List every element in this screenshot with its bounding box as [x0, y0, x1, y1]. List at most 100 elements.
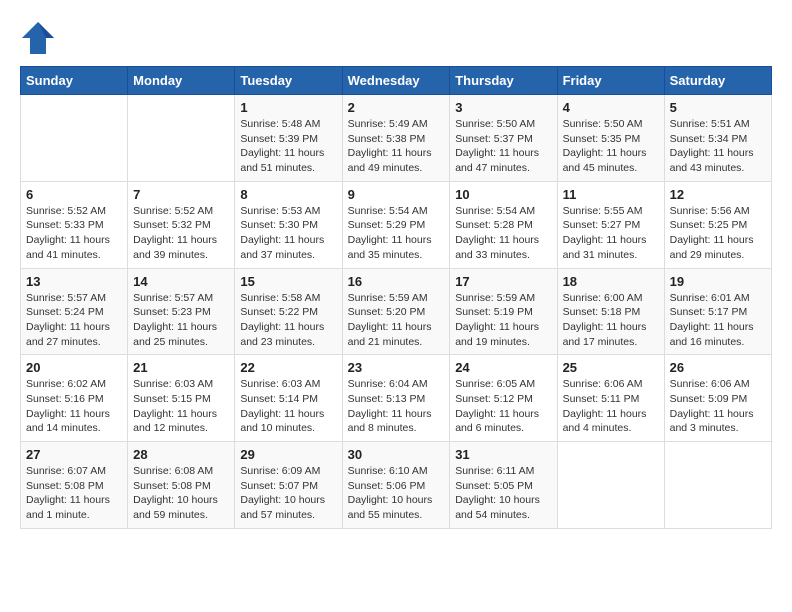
- day-info: Sunrise: 5:51 AM Sunset: 5:34 PM Dayligh…: [670, 117, 766, 176]
- calendar-cell: 3 Sunrise: 5:50 AM Sunset: 5:37 PM Daylig…: [450, 95, 557, 182]
- calendar-cell: 30Sunrise: 6:10 AM Sunset: 5:06 PM Dayli…: [342, 442, 450, 529]
- calendar-cell: 10 Sunrise: 5:54 AM Sunset: 5:28 PM Dayli…: [450, 181, 557, 268]
- day-number: 10: [455, 187, 551, 202]
- day-number: 29: [240, 447, 336, 462]
- weekday-header: Tuesday: [235, 67, 342, 95]
- calendar-cell: 11 Sunrise: 5:55 AM Sunset: 5:27 PM Dayli…: [557, 181, 664, 268]
- day-number: 7: [133, 187, 229, 202]
- calendar-cell: 31Sunrise: 6:11 AM Sunset: 5:05 PM Dayli…: [450, 442, 557, 529]
- day-info: Sunrise: 5:50 AM Sunset: 5:35 PM Dayligh…: [563, 117, 659, 176]
- day-number: 3: [455, 100, 551, 115]
- page-header: [20, 20, 772, 56]
- logo-icon: [20, 20, 56, 56]
- day-number: 5: [670, 100, 766, 115]
- calendar-cell: 1Sunrise: 5:48 AM Sunset: 5:39 PM Daylig…: [235, 95, 342, 182]
- day-info: Sunrise: 5:53 AM Sunset: 5:30 PM Dayligh…: [240, 204, 336, 263]
- calendar-cell: [664, 442, 771, 529]
- day-info: Sunrise: 6:06 AM Sunset: 5:09 PM Dayligh…: [670, 377, 766, 436]
- day-info: Sunrise: 5:58 AM Sunset: 5:22 PM Dayligh…: [240, 291, 336, 350]
- calendar-cell: 21Sunrise: 6:03 AM Sunset: 5:15 PM Dayli…: [128, 355, 235, 442]
- day-info: Sunrise: 5:54 AM Sunset: 5:28 PM Dayligh…: [455, 204, 551, 263]
- calendar-cell: 6 Sunrise: 5:52 AM Sunset: 5:33 PM Daylig…: [21, 181, 128, 268]
- calendar-cell: [21, 95, 128, 182]
- day-number: 2: [348, 100, 445, 115]
- day-info: Sunrise: 5:55 AM Sunset: 5:27 PM Dayligh…: [563, 204, 659, 263]
- calendar-header: SundayMondayTuesdayWednesdayThursdayFrid…: [21, 67, 772, 95]
- calendar-week-row: 20 Sunrise: 6:02 AM Sunset: 5:16 PM Dayli…: [21, 355, 772, 442]
- calendar-cell: 25 Sunrise: 6:06 AM Sunset: 5:11 PM Dayli…: [557, 355, 664, 442]
- day-number: 12: [670, 187, 766, 202]
- calendar-cell: 28Sunrise: 6:08 AM Sunset: 5:08 PM Dayli…: [128, 442, 235, 529]
- weekday-row: SundayMondayTuesdayWednesdayThursdayFrid…: [21, 67, 772, 95]
- day-number: 18: [563, 274, 659, 289]
- day-number: 20: [26, 360, 122, 375]
- day-info: Sunrise: 6:11 AM Sunset: 5:05 PM Dayligh…: [455, 464, 551, 523]
- day-number: 11: [563, 187, 659, 202]
- day-number: 22: [240, 360, 336, 375]
- day-info: Sunrise: 5:57 AM Sunset: 5:23 PM Dayligh…: [133, 291, 229, 350]
- day-info: Sunrise: 6:03 AM Sunset: 5:14 PM Dayligh…: [240, 377, 336, 436]
- calendar-cell: 16 Sunrise: 5:59 AM Sunset: 5:20 PM Dayli…: [342, 268, 450, 355]
- calendar-cell: 14 Sunrise: 5:57 AM Sunset: 5:23 PM Dayli…: [128, 268, 235, 355]
- calendar-cell: 9 Sunrise: 5:54 AM Sunset: 5:29 PM Daylig…: [342, 181, 450, 268]
- day-info: Sunrise: 5:56 AM Sunset: 5:25 PM Dayligh…: [670, 204, 766, 263]
- weekday-header: Monday: [128, 67, 235, 95]
- logo: [20, 20, 56, 56]
- calendar-cell: 26Sunrise: 6:06 AM Sunset: 5:09 PM Dayli…: [664, 355, 771, 442]
- calendar-cell: 17 Sunrise: 5:59 AM Sunset: 5:19 PM Dayli…: [450, 268, 557, 355]
- calendar-cell: 2 Sunrise: 5:49 AM Sunset: 5:38 PM Daylig…: [342, 95, 450, 182]
- calendar-cell: 29Sunrise: 6:09 AM Sunset: 5:07 PM Dayli…: [235, 442, 342, 529]
- day-info: Sunrise: 6:06 AM Sunset: 5:11 PM Dayligh…: [563, 377, 659, 436]
- day-info: Sunrise: 5:59 AM Sunset: 5:20 PM Dayligh…: [348, 291, 445, 350]
- calendar-week-row: 6 Sunrise: 5:52 AM Sunset: 5:33 PM Daylig…: [21, 181, 772, 268]
- day-number: 13: [26, 274, 122, 289]
- weekday-header: Saturday: [664, 67, 771, 95]
- day-number: 1: [240, 100, 336, 115]
- day-info: Sunrise: 6:07 AM Sunset: 5:08 PM Dayligh…: [26, 464, 122, 523]
- day-info: Sunrise: 6:08 AM Sunset: 5:08 PM Dayligh…: [133, 464, 229, 523]
- day-number: 27: [26, 447, 122, 462]
- calendar-week-row: 27 Sunrise: 6:07 AM Sunset: 5:08 PM Dayli…: [21, 442, 772, 529]
- day-info: Sunrise: 6:05 AM Sunset: 5:12 PM Dayligh…: [455, 377, 551, 436]
- calendar-cell: [557, 442, 664, 529]
- day-info: Sunrise: 6:00 AM Sunset: 5:18 PM Dayligh…: [563, 291, 659, 350]
- calendar-cell: 19Sunrise: 6:01 AM Sunset: 5:17 PM Dayli…: [664, 268, 771, 355]
- weekday-header: Sunday: [21, 67, 128, 95]
- calendar-body: 1Sunrise: 5:48 AM Sunset: 5:39 PM Daylig…: [21, 95, 772, 529]
- calendar-cell: 13 Sunrise: 5:57 AM Sunset: 5:24 PM Dayli…: [21, 268, 128, 355]
- calendar-cell: [128, 95, 235, 182]
- day-info: Sunrise: 5:52 AM Sunset: 5:33 PM Dayligh…: [26, 204, 122, 263]
- weekday-header: Friday: [557, 67, 664, 95]
- calendar-cell: 27 Sunrise: 6:07 AM Sunset: 5:08 PM Dayli…: [21, 442, 128, 529]
- day-number: 16: [348, 274, 445, 289]
- weekday-header: Wednesday: [342, 67, 450, 95]
- day-number: 25: [563, 360, 659, 375]
- calendar-cell: 15 Sunrise: 5:58 AM Sunset: 5:22 PM Dayli…: [235, 268, 342, 355]
- calendar-week-row: 1Sunrise: 5:48 AM Sunset: 5:39 PM Daylig…: [21, 95, 772, 182]
- day-number: 9: [348, 187, 445, 202]
- calendar-cell: 22 Sunrise: 6:03 AM Sunset: 5:14 PM Dayli…: [235, 355, 342, 442]
- day-number: 14: [133, 274, 229, 289]
- day-info: Sunrise: 5:54 AM Sunset: 5:29 PM Dayligh…: [348, 204, 445, 263]
- day-info: Sunrise: 5:52 AM Sunset: 5:32 PM Dayligh…: [133, 204, 229, 263]
- day-number: 23: [348, 360, 445, 375]
- weekday-header: Thursday: [450, 67, 557, 95]
- day-number: 6: [26, 187, 122, 202]
- day-info: Sunrise: 6:10 AM Sunset: 5:06 PM Dayligh…: [348, 464, 445, 523]
- day-number: 4: [563, 100, 659, 115]
- day-number: 17: [455, 274, 551, 289]
- calendar-cell: 18 Sunrise: 6:00 AM Sunset: 5:18 PM Dayli…: [557, 268, 664, 355]
- day-number: 15: [240, 274, 336, 289]
- day-info: Sunrise: 6:02 AM Sunset: 5:16 PM Dayligh…: [26, 377, 122, 436]
- calendar-cell: 5 Sunrise: 5:51 AM Sunset: 5:34 PM Daylig…: [664, 95, 771, 182]
- day-info: Sunrise: 5:59 AM Sunset: 5:19 PM Dayligh…: [455, 291, 551, 350]
- calendar-cell: 8Sunrise: 5:53 AM Sunset: 5:30 PM Daylig…: [235, 181, 342, 268]
- day-info: Sunrise: 5:49 AM Sunset: 5:38 PM Dayligh…: [348, 117, 445, 176]
- day-number: 21: [133, 360, 229, 375]
- day-number: 24: [455, 360, 551, 375]
- calendar-week-row: 13 Sunrise: 5:57 AM Sunset: 5:24 PM Dayli…: [21, 268, 772, 355]
- day-info: Sunrise: 5:57 AM Sunset: 5:24 PM Dayligh…: [26, 291, 122, 350]
- calendar-cell: 4 Sunrise: 5:50 AM Sunset: 5:35 PM Daylig…: [557, 95, 664, 182]
- day-info: Sunrise: 5:50 AM Sunset: 5:37 PM Dayligh…: [455, 117, 551, 176]
- day-info: Sunrise: 6:01 AM Sunset: 5:17 PM Dayligh…: [670, 291, 766, 350]
